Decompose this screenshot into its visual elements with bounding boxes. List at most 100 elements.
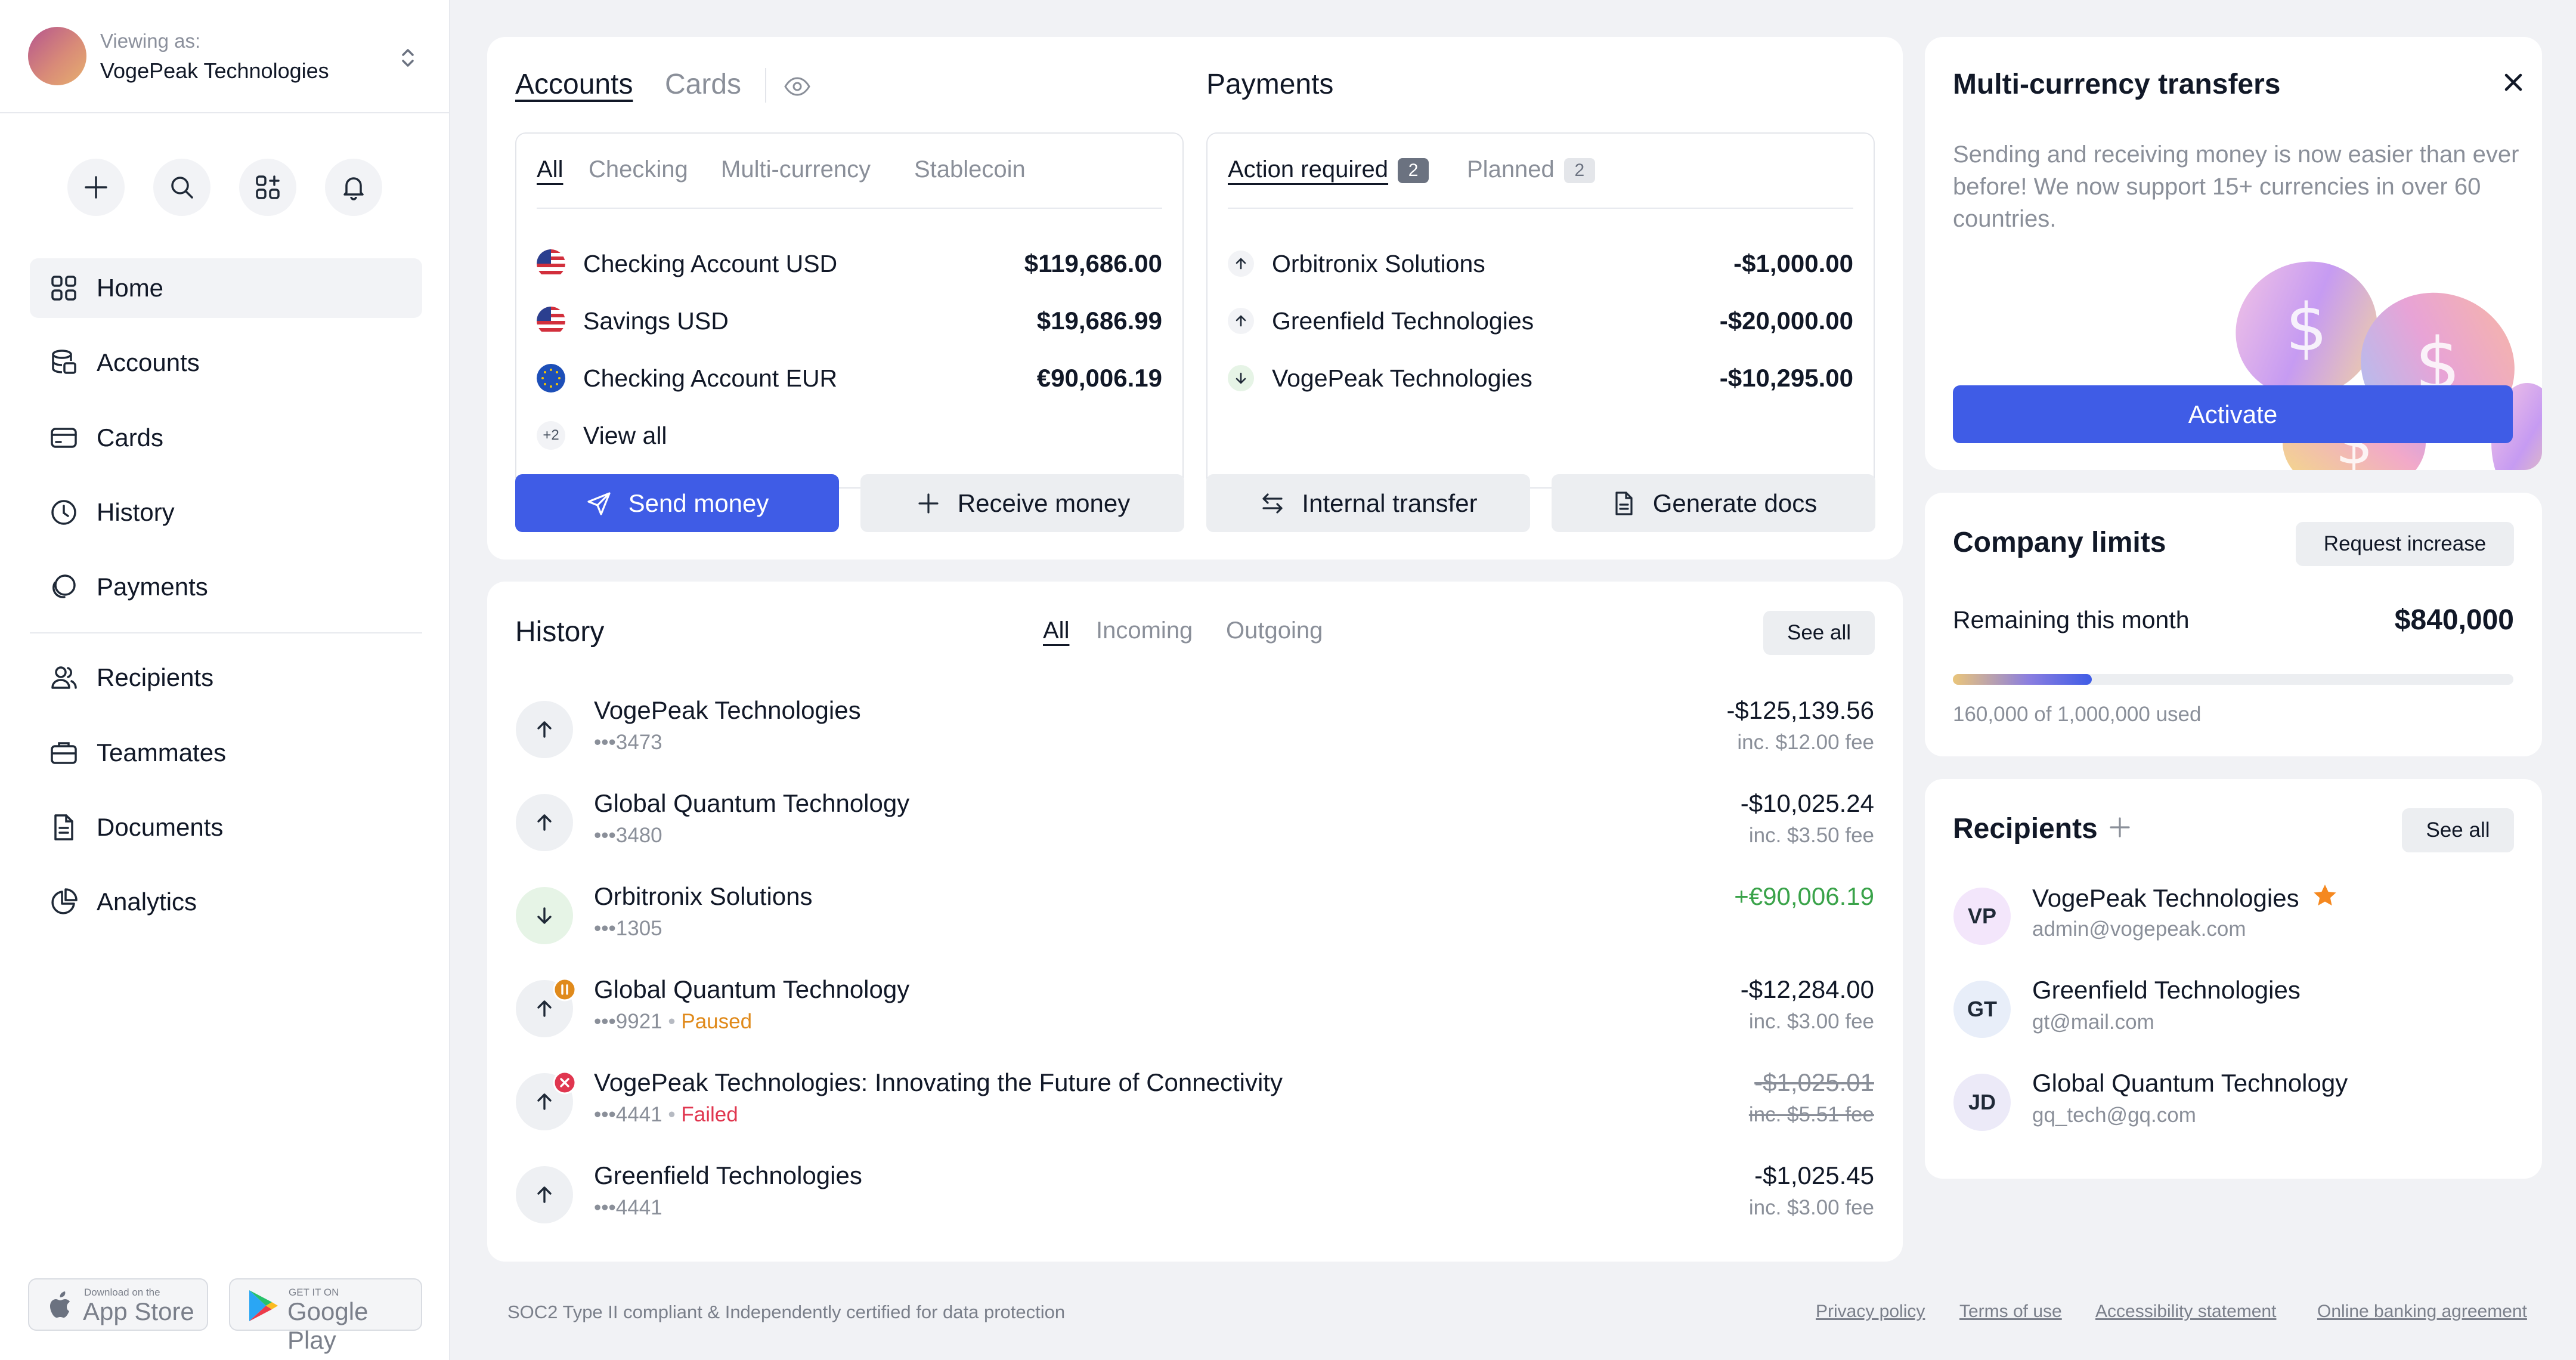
receive-money-button[interactable]: Receive money	[860, 474, 1184, 532]
nav-payments[interactable]: Payments	[30, 557, 422, 617]
history-amount: -$125,139.56	[1726, 696, 1874, 724]
recipients-card: Recipients See all VP VogePeak Technolog…	[1925, 779, 2542, 1179]
history-name: Greenfield Technologies	[594, 1161, 862, 1189]
send-money-button[interactable]: Send money	[515, 474, 839, 532]
nav-divider	[30, 632, 422, 633]
history-amount: +€90,006.19	[1734, 882, 1874, 910]
quick-apps-button[interactable]	[239, 159, 296, 216]
online-banking-agreement-link[interactable]: Online banking agreement	[2317, 1302, 2527, 1322]
nav-label: Accounts	[97, 348, 200, 376]
history-account: •••4441	[594, 1196, 662, 1219]
nav-documents[interactable]: Documents	[30, 798, 422, 857]
payment-amount: -$20,000.00	[1719, 307, 1853, 335]
panel-divider	[1228, 208, 1853, 209]
history-see-all-button[interactable]: See all	[1763, 611, 1875, 655]
payment-amount: -$10,295.00	[1719, 364, 1853, 392]
org-avatar	[28, 27, 86, 85]
payment-row[interactable]: Greenfield Technologies -$20,000.00	[1228, 303, 1853, 339]
filter-checking[interactable]: Checking	[589, 156, 688, 183]
us-flag-icon	[537, 249, 565, 278]
tab-planned[interactable]: Planned 2	[1467, 156, 1595, 184]
google-play-badge[interactable]: GET IT ON Google Play	[229, 1278, 422, 1354]
tab-accounts[interactable]: Accounts	[515, 68, 633, 101]
internal-transfer-button[interactable]: Internal transfer	[1206, 474, 1530, 532]
accounts-panel: All Checking Multi-currency Stablecoin C…	[515, 132, 1184, 489]
quick-add-button[interactable]	[67, 159, 125, 216]
button-label: Generate docs	[1652, 489, 1818, 517]
remaining-value: $840,000	[2394, 604, 2514, 636]
nav-analytics[interactable]: Analytics	[30, 872, 422, 932]
eye-icon[interactable]	[784, 73, 811, 100]
recipients-see-all-button[interactable]: See all	[2402, 808, 2514, 852]
workspace-switcher[interactable]: Viewing as: VogePeak Technologies	[0, 0, 450, 113]
quick-search-button[interactable]	[153, 159, 210, 216]
nav-home[interactable]: Home	[30, 258, 422, 318]
filter-all[interactable]: All	[537, 156, 563, 183]
history-row[interactable]: Orbitronix Solutions •••1305 +€90,006.19	[516, 875, 1874, 959]
app-store-badge[interactable]: Download on the App Store	[28, 1278, 208, 1331]
history-name: VogePeak Technologies	[594, 696, 861, 724]
nav-history[interactable]: History	[30, 483, 422, 542]
eu-flag-icon	[537, 364, 565, 392]
add-recipient-icon[interactable]	[2106, 814, 2134, 841]
recipient-row[interactable]: VP VogePeak Technologies admin@vogepeak.…	[1953, 877, 2513, 954]
account-row[interactable]: Checking Account USD $119,686.00	[537, 246, 1162, 282]
account-name: Savings USD	[583, 307, 729, 335]
send-icon	[587, 492, 611, 515]
chevron-updown-icon[interactable]	[396, 43, 420, 73]
account-name: Checking Account EUR	[583, 364, 838, 392]
arrow-up-icon	[1228, 251, 1254, 277]
tab-divider	[765, 68, 766, 103]
account-balance: $119,686.00	[1024, 249, 1162, 277]
history-row[interactable]: VogePeak Technologies: Innovating the Fu…	[516, 1061, 1874, 1145]
star-icon	[2314, 885, 2336, 905]
close-icon[interactable]	[2499, 68, 2528, 97]
remaining-label: Remaining this month	[1953, 606, 2190, 633]
account-row[interactable]: Savings USD $19,686.99	[537, 303, 1162, 339]
tab-label: Planned	[1467, 156, 1555, 183]
request-increase-button[interactable]: Request increase	[2296, 522, 2514, 566]
account-name: Checking Account USD	[583, 249, 838, 277]
accessibility-statement-link[interactable]: Accessibility statement	[2095, 1302, 2276, 1322]
sidebar: Viewing as: VogePeak Technologies Home A…	[0, 0, 450, 1360]
history-filter-all[interactable]: All	[1043, 617, 1069, 644]
history-filter-incoming[interactable]: Incoming	[1096, 617, 1193, 644]
nav-cards[interactable]: Cards	[30, 408, 422, 468]
appstore-small-text: Download on the	[84, 1287, 160, 1298]
account-row[interactable]: Checking Account EUR €90,006.19	[537, 360, 1162, 396]
tab-cards[interactable]: Cards	[665, 68, 741, 101]
view-all-accounts[interactable]: +2 View all	[537, 418, 1162, 453]
nav-accounts[interactable]: Accounts	[30, 333, 422, 392]
activate-button[interactable]: Activate	[1953, 385, 2513, 443]
history-account-line: •••4441 • Failed	[594, 1103, 738, 1126]
avatar: VP	[1953, 888, 2011, 945]
privacy-policy-link[interactable]: Privacy policy	[1816, 1302, 1925, 1322]
nav-teammates[interactable]: Teammates	[30, 723, 422, 783]
nav-recipients[interactable]: Recipients	[30, 648, 422, 707]
history-fee: inc. $3.50 fee	[1748, 824, 1874, 847]
recipient-row[interactable]: GT Greenfield Technologies gt@mail.com	[1953, 970, 2513, 1047]
history-fee: inc. $5.51 fee	[1748, 1103, 1874, 1126]
history-row[interactable]: Greenfield Technologies •••4441 -$1,025.…	[516, 1154, 1874, 1238]
failed-status-icon	[553, 1071, 577, 1095]
notifications-button[interactable]	[325, 159, 382, 216]
status-paused: Paused	[681, 1010, 753, 1033]
recipient-row[interactable]: JD Global Quantum Technology gq_tech@gq.…	[1953, 1063, 2513, 1140]
filter-stablecoin[interactable]: Stablecoin	[914, 156, 1026, 183]
history-fee: inc. $12.00 fee	[1737, 731, 1874, 754]
history-row[interactable]: VogePeak Technologies •••3473 -$125,139.…	[516, 689, 1874, 772]
generate-docs-button[interactable]: Generate docs	[1552, 474, 1875, 532]
paused-status-icon	[553, 978, 577, 1002]
filter-multi-currency[interactable]: Multi-currency	[721, 156, 871, 183]
history-filter-outgoing[interactable]: Outgoing	[1226, 617, 1323, 644]
avatar: GT	[1953, 981, 2011, 1038]
users-icon	[51, 666, 77, 689]
tab-action-required[interactable]: Action required 2	[1228, 156, 1429, 184]
payment-row[interactable]: VogePeak Technologies -$10,295.00	[1228, 360, 1853, 396]
history-row[interactable]: Global Quantum Technology •••9921 • Paus…	[516, 968, 1874, 1052]
history-row[interactable]: Global Quantum Technology •••3480 -$10,0…	[516, 782, 1874, 866]
nav-label: Home	[97, 274, 164, 302]
payment-row[interactable]: Orbitronix Solutions -$1,000.00	[1228, 246, 1853, 282]
terms-of-use-link[interactable]: Terms of use	[1959, 1302, 2062, 1322]
history-name: Orbitronix Solutions	[594, 882, 813, 910]
